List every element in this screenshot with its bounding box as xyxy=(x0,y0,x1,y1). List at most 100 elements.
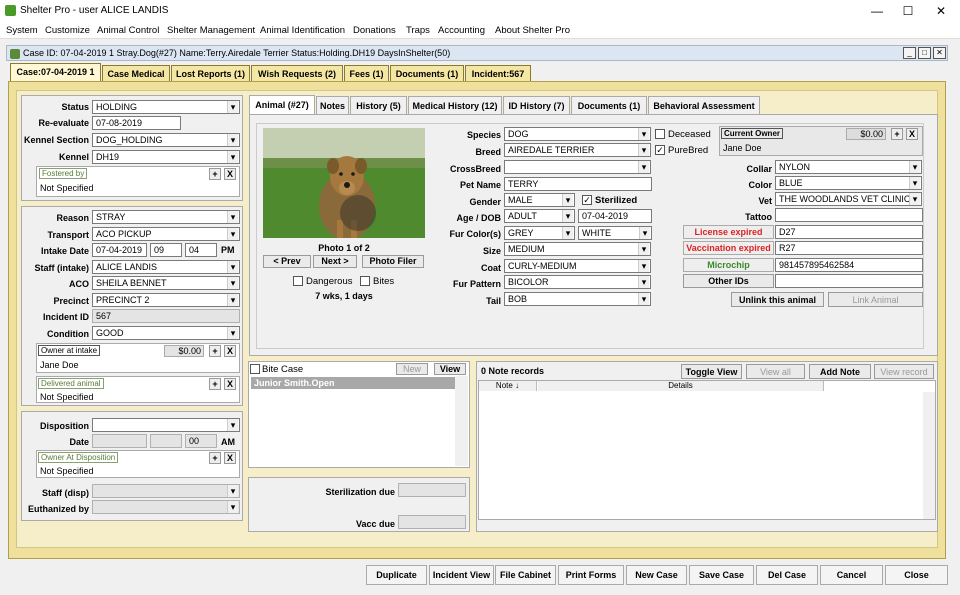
add-owner-intake-button[interactable]: + xyxy=(209,345,221,357)
other-ids-button[interactable]: Other IDs xyxy=(683,274,774,288)
menu-traps[interactable]: Traps xyxy=(406,25,430,36)
intake-date-field[interactable]: 07-04-2019 xyxy=(92,243,147,257)
condition-select[interactable]: GOOD xyxy=(92,326,240,340)
tail-select[interactable]: BOB xyxy=(504,292,651,306)
add-note-button[interactable]: Add Note xyxy=(809,364,871,379)
license-expired-button[interactable]: License expired xyxy=(683,225,774,239)
fur-color-1-select[interactable]: GREY xyxy=(504,226,575,240)
menu-donations[interactable]: Donations xyxy=(353,25,396,36)
tab-lost-reports[interactable]: Lost Reports (1) xyxy=(171,65,250,82)
vaccination-field[interactable]: R27 xyxy=(775,241,923,255)
menu-animal-identification[interactable]: Animal Identification xyxy=(260,25,345,36)
collar-select[interactable]: NYLON xyxy=(775,160,922,174)
bite-case-row[interactable]: Junior Smith.Open xyxy=(251,377,455,389)
tab-notes[interactable]: Notes xyxy=(316,96,349,115)
precinct-select[interactable]: PRECINCT 2 xyxy=(92,293,240,307)
photo-filer-button[interactable]: Photo Filer xyxy=(362,255,424,268)
tab-fees[interactable]: Fees (1) xyxy=(344,65,389,82)
tattoo-field[interactable] xyxy=(775,208,923,222)
next-photo-button[interactable]: Next > xyxy=(313,255,357,268)
license-field[interactable]: D27 xyxy=(775,225,923,239)
menu-customize[interactable]: Customize xyxy=(45,25,90,36)
intake-hour-spinner[interactable]: 09 xyxy=(150,243,182,257)
purebred-checkbox[interactable]: ✓ xyxy=(655,145,665,155)
mdi-close-button[interactable]: ✕ xyxy=(933,47,946,59)
add-owner-disp-button[interactable]: + xyxy=(209,452,221,464)
coat-select[interactable]: CURLY-MEDIUM xyxy=(504,259,651,273)
minimize-button[interactable]: — xyxy=(862,3,892,19)
del-case-button[interactable]: Del Case xyxy=(756,565,818,585)
breed-select[interactable]: AIREDALE TERRIER xyxy=(504,143,651,157)
tab-animal-documents[interactable]: Documents (1) xyxy=(571,96,647,115)
reevaluate-date[interactable]: 07-08-2019 xyxy=(92,116,181,130)
cancel-button[interactable]: Cancel xyxy=(820,565,883,585)
staff-intake-select[interactable]: ALICE LANDIS xyxy=(92,260,240,274)
vet-select[interactable]: THE WOODLANDS VET CLINIC xyxy=(775,192,922,206)
kennel-select[interactable]: DH19 xyxy=(92,150,240,164)
view-bite-case-button[interactable]: View xyxy=(434,363,466,375)
tab-case[interactable]: Case:07-04-2019 1 xyxy=(10,63,101,82)
remove-foster-button[interactable]: X xyxy=(224,168,236,180)
prev-photo-button[interactable]: < Prev xyxy=(263,255,311,268)
remove-owner-disp-button[interactable]: X xyxy=(224,452,236,464)
age-select[interactable]: ADULT xyxy=(504,209,575,223)
crossbreed-select[interactable] xyxy=(504,160,651,174)
aco-select[interactable]: SHEILA BENNET xyxy=(92,276,240,290)
sterilization-due-field[interactable] xyxy=(398,483,466,497)
intake-ampm[interactable]: PM xyxy=(221,245,235,255)
bite-case-scrollbar[interactable] xyxy=(455,376,468,466)
tab-medical-history[interactable]: Medical History (12) xyxy=(408,96,502,115)
mdi-minimize-button[interactable]: _ xyxy=(903,47,916,59)
add-foster-button[interactable]: + xyxy=(209,168,221,180)
print-forms-button[interactable]: Print Forms xyxy=(558,565,624,585)
dangerous-checkbox[interactable] xyxy=(293,276,303,286)
tab-animal[interactable]: Animal (#27) xyxy=(249,95,315,115)
incident-view-button[interactable]: Incident View xyxy=(429,565,494,585)
microchip-button[interactable]: Microchip xyxy=(683,258,774,272)
disposition-ampm[interactable]: AM xyxy=(221,437,235,447)
tab-history[interactable]: History (5) xyxy=(350,96,407,115)
disposition-hour-spinner[interactable] xyxy=(150,434,182,448)
notes-scrollbar[interactable] xyxy=(923,392,935,519)
link-animal-button[interactable]: Link Animal xyxy=(828,292,923,307)
new-case-button[interactable]: New Case xyxy=(626,565,687,585)
close-window-button[interactable]: ✕ xyxy=(926,3,956,19)
tab-case-medical[interactable]: Case Medical xyxy=(102,65,170,82)
menu-accounting[interactable]: Accounting xyxy=(438,25,485,36)
status-select[interactable]: HOLDING xyxy=(92,100,240,114)
view-record-button[interactable]: View record xyxy=(874,364,934,379)
staff-disp-select[interactable] xyxy=(92,484,240,498)
add-current-owner-button[interactable]: + xyxy=(891,128,903,140)
other-ids-field[interactable] xyxy=(775,274,923,288)
duplicate-button[interactable]: Duplicate xyxy=(366,565,427,585)
pet-name-field[interactable]: TERRY xyxy=(504,177,652,191)
tab-id-history[interactable]: ID History (7) xyxy=(503,96,570,115)
collar-color-select[interactable]: BLUE xyxy=(775,176,922,190)
intake-minute-spinner[interactable]: 04 xyxy=(185,243,217,257)
remove-owner-intake-button[interactable]: X xyxy=(224,345,236,357)
new-bite-case-button[interactable]: New xyxy=(396,363,428,375)
euthanized-by-select[interactable] xyxy=(92,500,240,514)
bites-checkbox[interactable] xyxy=(360,276,370,286)
disposition-date-field[interactable] xyxy=(92,434,147,448)
mdi-maximize-button[interactable]: □ xyxy=(918,47,931,59)
add-delivered-button[interactable]: + xyxy=(209,378,221,390)
fur-pattern-select[interactable]: BICOLOR xyxy=(504,275,651,289)
save-case-button[interactable]: Save Case xyxy=(689,565,754,585)
view-all-button[interactable]: View all xyxy=(746,364,805,379)
animal-photo[interactable] xyxy=(263,128,425,238)
notes-col-note[interactable]: Note ↓ xyxy=(479,381,537,391)
disposition-select[interactable] xyxy=(92,418,240,432)
menu-about[interactable]: About Shelter Pro xyxy=(495,25,570,36)
notes-col-details[interactable]: Details xyxy=(538,381,824,391)
maximize-button[interactable]: ☐ xyxy=(893,3,923,19)
gender-select[interactable]: MALE xyxy=(504,193,575,207)
dob-field[interactable]: 07-04-2019 xyxy=(578,209,652,223)
remove-current-owner-button[interactable]: X xyxy=(906,128,918,140)
tab-wish-requests[interactable]: Wish Requests (2) xyxy=(251,65,343,82)
vacc-due-field[interactable] xyxy=(398,515,466,529)
menu-shelter-management[interactable]: Shelter Management xyxy=(167,25,255,36)
file-cabinet-button[interactable]: File Cabinet xyxy=(495,565,556,585)
toggle-view-button[interactable]: Toggle View xyxy=(681,364,742,379)
menu-system[interactable]: System xyxy=(6,25,38,36)
